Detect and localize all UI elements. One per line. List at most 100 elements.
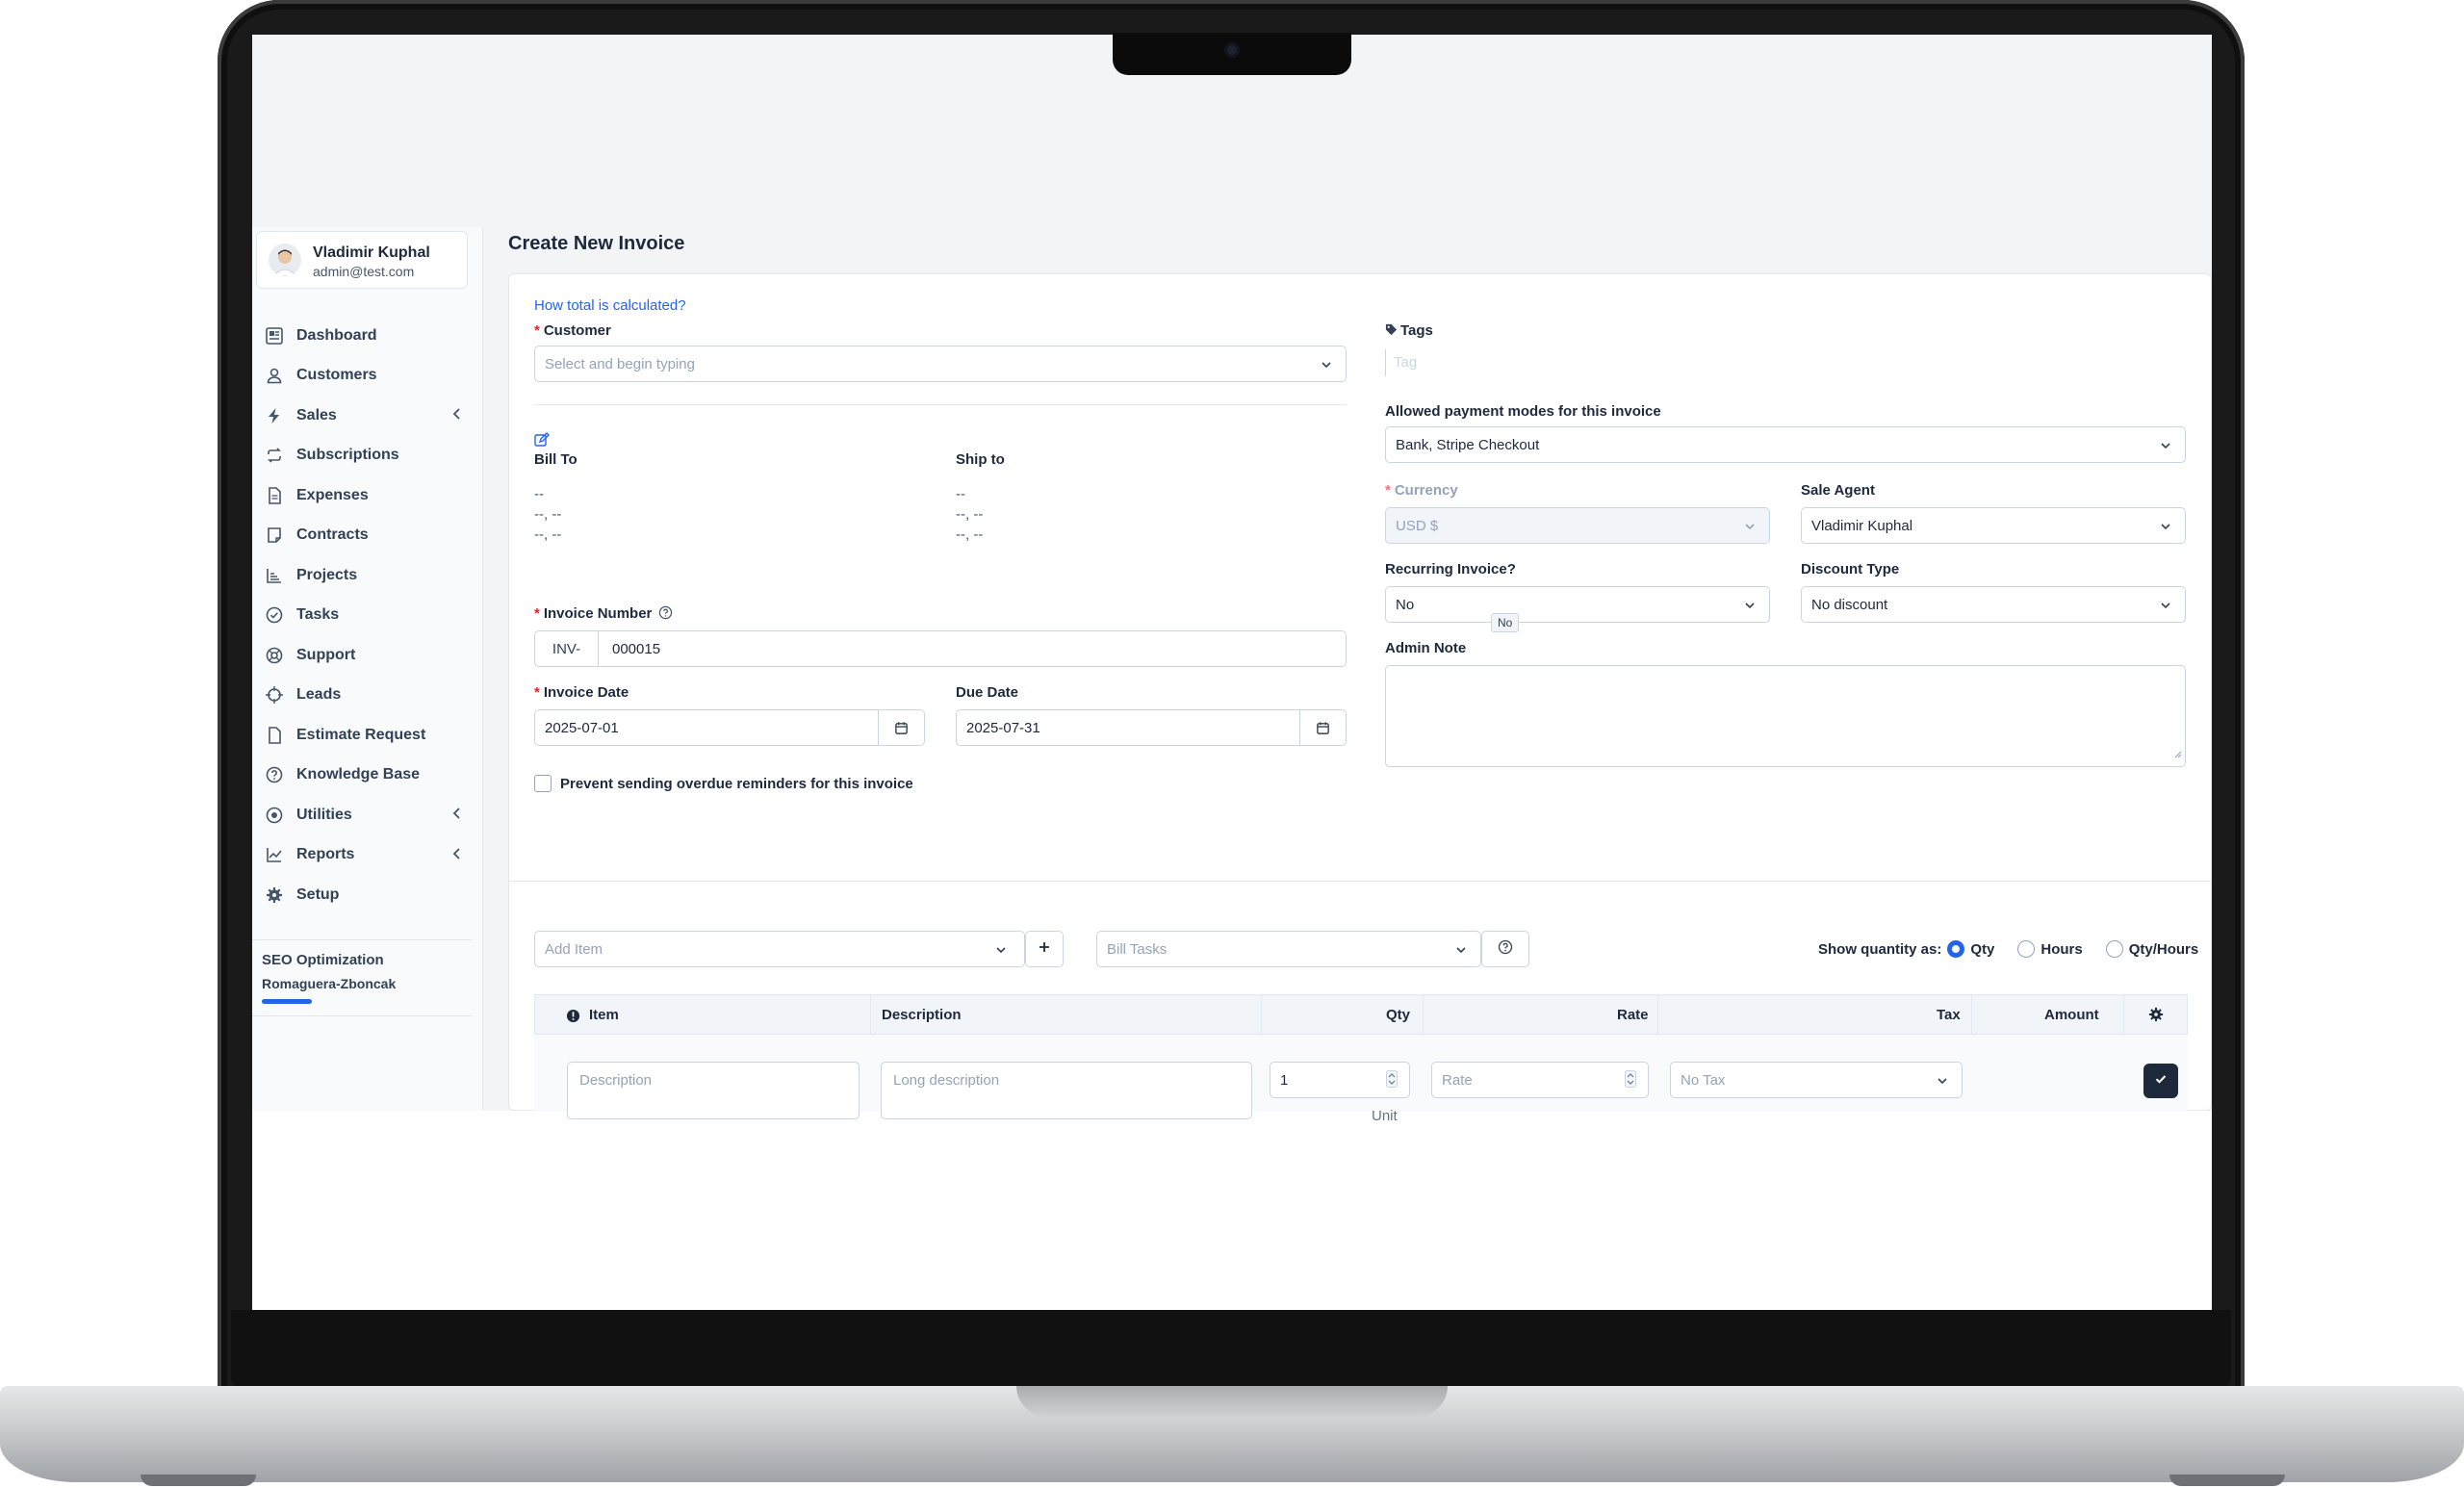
prevent-reminders-label: Prevent sending overdue reminders for th… — [560, 775, 913, 792]
calendar-icon[interactable] — [878, 710, 924, 745]
payment-modes-select[interactable]: Bank, Stripe Checkout — [1385, 426, 2186, 463]
help-circle-icon[interactable] — [658, 605, 673, 624]
sidebar-item-customers[interactable]: Customers — [252, 356, 483, 397]
prevent-reminders-checkbox[interactable] — [534, 775, 552, 792]
chart-icon — [264, 565, 285, 586]
discount-type-select[interactable]: No discount — [1801, 586, 2186, 623]
radio-hours[interactable] — [2017, 940, 2036, 958]
customer-select[interactable]: Select and begin typing — [534, 346, 1347, 382]
sidebar-item-expenses[interactable]: Expenses — [252, 475, 483, 516]
page-title: Create New Invoice — [508, 233, 685, 254]
tag-icon — [1385, 323, 1398, 340]
sidebar-nav: Dashboard Customers Sales Subscriptions … — [252, 316, 483, 915]
col-amount: Amount — [2044, 1007, 2099, 1023]
chevron-down-icon — [1744, 599, 1756, 615]
sidebar-project[interactable]: SEO Optimization Romaguera-Zboncak — [252, 939, 472, 1016]
invoice-date-field[interactable]: 2025-07-01 — [534, 709, 925, 746]
sidebar-item-dashboard[interactable]: Dashboard — [252, 316, 483, 356]
bill-tasks-select[interactable]: Bill Tasks — [1096, 931, 1481, 967]
item-long-description-input[interactable]: Long description — [881, 1062, 1252, 1119]
help-link[interactable]: How total is calculated? — [534, 297, 686, 314]
invoice-number-field[interactable]: INV- 000015 — [534, 630, 1347, 667]
admin-note-label: Admin Note — [1385, 640, 1467, 656]
recurring-select[interactable]: No — [1385, 586, 1770, 623]
invoice-number-value: 000015 — [612, 640, 661, 657]
sidebar-item-label: Support — [296, 646, 356, 663]
payment-modes-value: Bank, Stripe Checkout — [1396, 436, 1540, 453]
item-rate-input[interactable]: Rate — [1431, 1062, 1649, 1098]
sidebar-item-leads[interactable]: Leads — [252, 676, 483, 716]
col-qty: Qty — [1386, 1007, 1411, 1023]
sidebar-item-label: Leads — [296, 686, 342, 704]
user-name: Vladimir Kuphal — [313, 244, 430, 261]
sidebar-item-knowledge-base[interactable]: Knowledge Base — [252, 756, 483, 796]
ship-to-address: -- --, -- --, -- — [956, 486, 984, 543]
customer-placeholder: Select and begin typing — [545, 355, 695, 372]
radio-qty-hours[interactable] — [2105, 940, 2123, 958]
bill-tasks-help-button[interactable] — [1481, 931, 1529, 967]
qty-value: 1 — [1280, 1071, 1289, 1089]
ship-to-label: Ship to — [956, 451, 1005, 468]
chevron-down-icon — [1321, 358, 1332, 374]
sidebar-item-tasks[interactable]: Tasks — [252, 596, 483, 636]
tags-input[interactable]: Tag — [1385, 349, 1417, 376]
spinner-icon[interactable] — [1625, 1070, 1636, 1091]
radio-qty-label: Qty — [1970, 940, 1995, 958]
crosshair-icon — [264, 684, 285, 706]
radio-qty-hours-label: Qty/Hours — [2128, 940, 2199, 958]
item-unit-placeholder[interactable]: Unit — [1372, 1108, 1398, 1124]
user-card[interactable]: Vladimir Kuphal admin@test.com — [256, 231, 468, 289]
edit-icon[interactable] — [534, 432, 550, 452]
sidebar-item-label: Estimate Request — [296, 726, 426, 743]
radio-hours-label: Hours — [2040, 940, 2083, 958]
camera-icon — [1224, 42, 1240, 58]
sidebar: Vladimir Kuphal admin@test.com Dashboard… — [252, 227, 483, 1111]
bill-to-label: Bill To — [534, 451, 578, 468]
show-quantity-group: Show quantity as: Qty Hours Qty/Hours — [1818, 940, 2198, 958]
sale-agent-select[interactable]: Vladimir Kuphal — [1801, 507, 2186, 544]
avatar — [269, 244, 301, 276]
item-tax-select[interactable]: No Tax — [1670, 1062, 1963, 1098]
spinner-icon[interactable] — [1386, 1070, 1398, 1091]
gear-icon[interactable] — [2148, 1007, 2164, 1027]
sidebar-item-estimate-request[interactable]: Estimate Request — [252, 715, 483, 756]
sidebar-item-label: Utilities — [296, 806, 352, 823]
calendar-icon[interactable] — [1299, 710, 1346, 745]
sidebar-item-subscriptions[interactable]: Subscriptions — [252, 436, 483, 476]
invoice-form-card: How total is calculated? * Customer Selec… — [508, 273, 2212, 1124]
admin-note-textarea[interactable] — [1385, 665, 2186, 767]
col-description: Description — [882, 1007, 962, 1023]
blank-area — [252, 1111, 2212, 1310]
column-divider — [870, 995, 871, 1034]
col-rate: Rate — [1617, 1007, 1649, 1023]
chevron-down-icon — [1744, 520, 1756, 536]
chevron-down-icon — [2160, 520, 2171, 536]
add-item-row-button[interactable] — [2143, 1064, 2178, 1098]
sidebar-item-reports[interactable]: Reports — [252, 835, 483, 876]
laptop-chin — [231, 1310, 2231, 1387]
sidebar-item-contracts[interactable]: Contracts — [252, 516, 483, 556]
sidebar-item-label: Sales — [296, 406, 337, 423]
new-item-row: Description Long description 1 Unit Rate… — [534, 1035, 2188, 1124]
add-item-select[interactable]: Add Item — [534, 931, 1025, 967]
due-date-field[interactable]: 2025-07-31 — [956, 709, 1347, 746]
customer-label: * Customer — [534, 322, 611, 339]
bolt-icon — [264, 405, 285, 426]
recurring-value: No — [1396, 596, 1415, 613]
sidebar-item-setup[interactable]: Setup — [252, 875, 483, 915]
sidebar-item-support[interactable]: Support — [252, 635, 483, 676]
sidebar-item-sales[interactable]: Sales — [252, 396, 483, 436]
item-qty-input[interactable]: 1 — [1270, 1062, 1410, 1098]
file-icon — [264, 725, 285, 746]
sidebar-item-projects[interactable]: Projects — [252, 555, 483, 596]
discount-type-label: Discount Type — [1801, 561, 1900, 577]
sidebar-item-label: Contracts — [296, 526, 369, 544]
item-description-input[interactable]: Description — [567, 1062, 860, 1119]
currency-select[interactable]: USD $ — [1385, 507, 1770, 544]
screen: Vladimir Kuphal admin@test.com Dashboard… — [252, 35, 2212, 1310]
add-item-button[interactable] — [1025, 931, 1064, 967]
gear-icon — [264, 885, 285, 906]
sidebar-item-utilities[interactable]: Utilities — [252, 795, 483, 835]
radio-qty[interactable] — [1947, 940, 1965, 958]
divider — [534, 404, 1347, 405]
